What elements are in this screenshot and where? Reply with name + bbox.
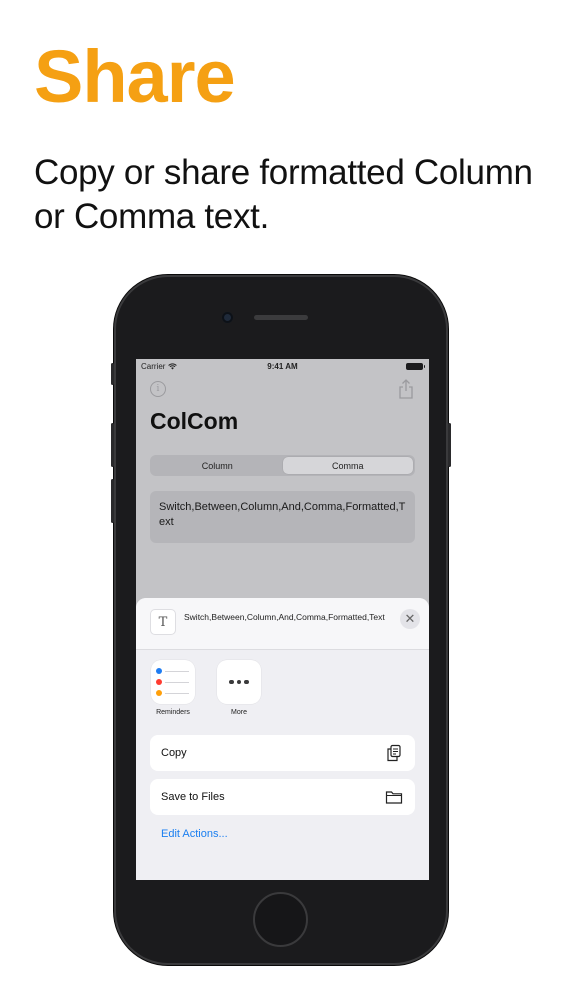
status-time: 9:41 AM [267, 362, 298, 371]
share-icon[interactable] [397, 379, 415, 399]
share-sheet-header: T Switch,Between,Column,And,Comma,Format… [136, 598, 429, 650]
mute-switch [111, 363, 114, 385]
folder-icon [385, 791, 403, 804]
action-label: Save to Files [161, 791, 225, 803]
volume-up-button [111, 423, 114, 467]
phone-screen: Carrier 9:41 AM i ColCom Column Comma Sw… [136, 359, 429, 880]
copy-action[interactable]: Copy [150, 735, 415, 771]
formatted-output[interactable]: Switch,Between,Column,And,Comma,Formatte… [150, 491, 415, 543]
format-segmented-control[interactable]: Column Comma [150, 455, 415, 476]
app-title: ColCom [150, 408, 239, 434]
share-app-row: Reminders More [136, 660, 429, 720]
front-camera [222, 312, 233, 323]
status-bar: Carrier 9:41 AM [136, 359, 429, 375]
earpiece [254, 315, 308, 320]
segment-column[interactable]: Column [152, 457, 283, 474]
volume-down-button [111, 479, 114, 523]
action-label: Copy [161, 747, 187, 759]
segment-comma[interactable]: Comma [282, 457, 413, 474]
share-app-more[interactable]: More [216, 660, 262, 716]
share-sheet: T Switch,Between,Column,And,Comma,Format… [136, 598, 429, 880]
share-preview-text: Switch,Between,Column,And,Comma,Formatte… [184, 612, 385, 622]
reminders-icon [151, 660, 195, 704]
share-app-label: More [231, 709, 247, 716]
text-document-icon: T [150, 609, 176, 635]
edit-actions-link[interactable]: Edit Actions... [161, 828, 228, 840]
promo-subline: Copy or share formatted Column or Comma … [34, 153, 533, 236]
info-icon[interactable]: i [150, 381, 166, 397]
share-app-reminders[interactable]: Reminders [150, 660, 196, 716]
power-button [448, 423, 451, 467]
more-icon [217, 660, 261, 704]
phone-frame: Carrier 9:41 AM i ColCom Column Comma Sw… [111, 275, 451, 965]
share-app-label: Reminders [156, 709, 190, 716]
promo-headline: Share [34, 35, 236, 118]
close-icon[interactable]: ✕ [400, 609, 420, 629]
copy-icon [387, 744, 401, 762]
save-to-files-action[interactable]: Save to Files [150, 779, 415, 815]
battery-icon [406, 363, 425, 370]
home-button[interactable] [253, 892, 308, 947]
